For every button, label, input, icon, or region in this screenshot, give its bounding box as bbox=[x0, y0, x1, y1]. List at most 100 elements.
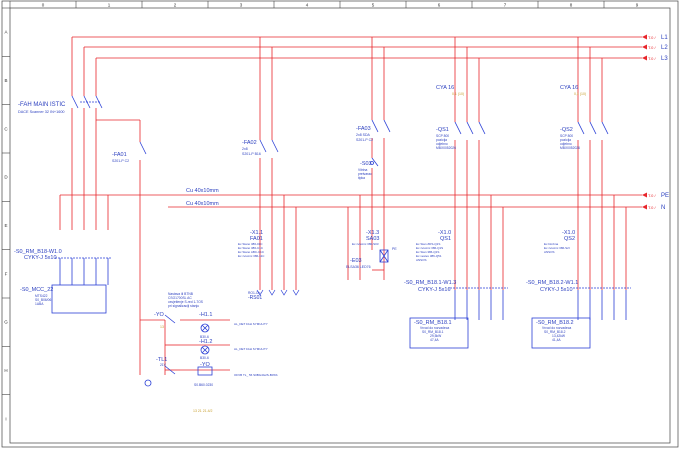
e03-pe: PE bbox=[392, 247, 397, 251]
x10b-line3: ANSOS bbox=[544, 250, 555, 254]
fa01-tag: -FA01 bbox=[112, 152, 127, 158]
bus-label-l1: L1 bbox=[661, 35, 668, 41]
control-devices bbox=[144, 314, 213, 387]
main-switch-desc: DACE Scanner 32 IN+1600 bbox=[18, 110, 65, 114]
rm1-desc4: 47,4A bbox=[430, 338, 439, 342]
x10a-line5: ANSOS bbox=[416, 258, 427, 262]
s03-tag: -S03 bbox=[360, 161, 372, 167]
column-header: 1 bbox=[108, 3, 111, 8]
yo2-tag: -YO bbox=[200, 362, 211, 368]
fa03-desc2: S201-P C2 bbox=[356, 138, 373, 142]
fa02-desc1: 2x8 bbox=[242, 147, 248, 151]
fa02-breaker bbox=[259, 37, 297, 290]
qs1-switch bbox=[454, 37, 504, 290]
fa02-tag: -FA02 bbox=[242, 140, 257, 146]
pe-bar-label: Cu 40x10mm bbox=[186, 188, 219, 194]
column-header: 2 bbox=[174, 3, 177, 8]
s03-switch bbox=[370, 157, 379, 167]
footer-note: 13 21 21.4/2 bbox=[193, 409, 213, 413]
bus-lines bbox=[60, 36, 642, 208]
qs1-cya: CYA 16 bbox=[436, 85, 454, 91]
fa01-desc: S201-P C2 bbox=[112, 159, 129, 163]
row-headers: A B C D E F G H I bbox=[2, 7, 10, 421]
qs2-cya: CYA 16 bbox=[560, 85, 578, 91]
column-header: 0 bbox=[42, 3, 45, 8]
cable-mcc-type: CYKY-J 5x10 bbox=[24, 255, 57, 261]
column-header: 7 bbox=[504, 3, 507, 8]
column-header: 4 bbox=[306, 3, 309, 8]
x13-line1: Ex zvucnic 380-S03 bbox=[352, 242, 379, 246]
note-3: OFVB TL_ 56 S0BG4G2S-B0SS bbox=[234, 373, 277, 377]
x10b-name: QS2 bbox=[564, 236, 575, 242]
column-headers: 0 1 2 3 4 5 6 7 8 9 bbox=[9, 1, 639, 8]
ctrl-note4: pri signalizaciji stanju bbox=[168, 304, 199, 308]
tl-desc: 21V bbox=[160, 363, 167, 367]
n-bar-label: Cu 40x10mm bbox=[186, 201, 219, 207]
column-header: 3 bbox=[240, 3, 243, 8]
note-1: AL_DET FAH SYMULITY bbox=[234, 322, 268, 326]
cable-w1-tag: -S0_RM_B18.2-W1.1 bbox=[526, 280, 578, 286]
column-header: 5 bbox=[372, 3, 375, 8]
mcc-tag: -S0_MCC_22 bbox=[20, 287, 53, 293]
rsg-arrow-icons bbox=[256, 289, 300, 296]
s03-desc3: tipka bbox=[358, 176, 365, 180]
mcc-box bbox=[51, 284, 107, 314]
arrow-l1-icon bbox=[642, 34, 647, 40]
e03-desc: ELSA36 LED76 bbox=[346, 265, 371, 269]
column-header: 9 bbox=[636, 3, 639, 8]
qs1-sub: 0,1 (10) bbox=[452, 92, 464, 96]
yo-tag: -YO bbox=[154, 312, 165, 318]
bus-label-pe: PE bbox=[661, 193, 669, 199]
row-header: H bbox=[4, 368, 7, 373]
row-header: F bbox=[5, 271, 8, 276]
bus-label-l2: L2 bbox=[661, 45, 668, 51]
fa03-desc1: 2x8 SDA bbox=[356, 133, 370, 137]
yo-coil-icon bbox=[197, 366, 213, 376]
rm2-desc4: 41,4A bbox=[552, 338, 561, 342]
row-header: A bbox=[4, 30, 7, 35]
row-header: D bbox=[4, 175, 8, 180]
bus-ref-l3: T.0 / bbox=[648, 56, 656, 61]
arrow-l3-icon bbox=[642, 55, 647, 61]
ground-icon bbox=[144, 379, 152, 387]
rsg-line2: -RS01 bbox=[248, 295, 262, 301]
qs2-tag: -QS2 bbox=[560, 127, 573, 133]
h11-tag: -H1.1 bbox=[199, 312, 212, 318]
yo-desc: 13 bbox=[160, 325, 164, 329]
row-header: E bbox=[4, 223, 7, 228]
column-header: 6 bbox=[438, 3, 441, 8]
note-2: AL_DET FAH SYMULITY bbox=[234, 347, 268, 351]
row-header: I bbox=[5, 416, 6, 421]
cable-w13-tag: -S0_RM_B18.1-W1.3 bbox=[404, 280, 456, 286]
bus-ref-pe: T.0 / bbox=[648, 193, 656, 198]
qs1-desc4: MBX0052026 bbox=[436, 146, 456, 150]
main-switch-tag: -FAH MAIN ISTIC bbox=[18, 102, 66, 108]
cable-w1-type: CYKY-J 5x10 bbox=[540, 287, 573, 293]
arrow-l2-icon bbox=[642, 44, 647, 50]
bus-labels: L1 L2 L3 PE N Cu 40x10mm Cu 40x10mm bbox=[186, 35, 669, 211]
cable-w13-type: CYKY-J 5x16 bbox=[418, 287, 451, 293]
yo2-desc: S0.B60.0230 bbox=[194, 383, 213, 387]
h12-desc: B30-6 bbox=[200, 356, 209, 360]
drawing-frame bbox=[1, 0, 679, 448]
h12-tag: -H1.2 bbox=[199, 339, 212, 345]
qs2-sub: 0,1 (10) bbox=[574, 92, 586, 96]
x11-line4: Ex zvucnic 386-11C bbox=[238, 254, 265, 258]
arrow-n-icon bbox=[642, 204, 647, 210]
arrow-pe-icon bbox=[642, 192, 647, 198]
qs1-tag: -QS1 bbox=[436, 127, 449, 133]
row-header: C bbox=[4, 126, 8, 131]
bus-ref-l1: T.0 / bbox=[648, 35, 656, 40]
row-header: B bbox=[4, 78, 7, 83]
bus-ref-n: T.0 / bbox=[648, 205, 656, 210]
e03-tag: -E03 bbox=[350, 258, 362, 264]
fa03-tag: -FA03 bbox=[356, 126, 371, 132]
qs2-switch bbox=[577, 37, 627, 290]
mcc-desc3: 1ABA bbox=[35, 302, 44, 306]
fa01-breaker bbox=[96, 119, 147, 230]
main-switch bbox=[59, 37, 109, 230]
row-header: G bbox=[4, 320, 8, 325]
x10a-name: QS1 bbox=[440, 236, 451, 242]
bus-terminals: T.0 / T.0 / T.0 / T.0 / T.0 / bbox=[642, 34, 656, 210]
bus-label-n: N bbox=[661, 205, 665, 211]
